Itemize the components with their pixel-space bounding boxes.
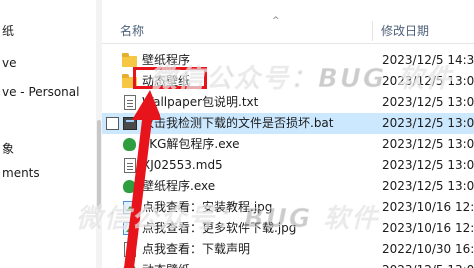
file-name: 双击我检测下载的文件是否损坏.bat — [142, 116, 334, 130]
nav-item-label: ve — [2, 56, 17, 70]
sort-indicator-icon: ^ — [272, 16, 280, 26]
watermark: 微信公众号：BUG 软件 — [75, 204, 380, 235]
column-header-name[interactable]: 名称 — [120, 18, 144, 44]
file-date: 2023/12/5 13:09 — [382, 179, 474, 193]
file-date: 2023/12/5 13:09 — [382, 137, 474, 151]
file-date: 2023/12/5 13:09 — [382, 260, 474, 268]
nav-item-label: 纸 — [2, 24, 15, 38]
nav-item-documents[interactable]: ments — [0, 162, 94, 184]
file-date: 2023/12/5 13:09 — [382, 158, 474, 172]
file-date: 2022/10/30 16:22 — [382, 242, 474, 256]
nav-item-onedrive-personal[interactable]: ve - Personal — [0, 81, 94, 103]
nav-item-label: 象 — [2, 142, 15, 156]
column-header: ^ 名称 修改日期 — [102, 16, 474, 44]
red-arrow-icon — [124, 90, 160, 268]
column-divider[interactable] — [372, 21, 373, 41]
nav-item-onedrive[interactable]: ve — [0, 52, 94, 74]
nav-item-wallpaper[interactable]: 纸 — [0, 20, 94, 42]
folder-icon — [122, 53, 138, 68]
file-date: 2023/10/16 12:52 — [382, 221, 474, 235]
column-header-date-modified[interactable]: 修改日期 — [381, 18, 429, 44]
file-explorer-window: 纸 ve ve - Personal 象 ments ^ 名称 修改日期 壁纸程… — [0, 0, 474, 268]
nav-item-label: ments — [2, 166, 40, 180]
file-date: 2023/12/5 13:09 — [382, 95, 474, 109]
file-date: 2023/10/16 12:52 — [382, 200, 474, 214]
nav-item-label: ve - Personal — [2, 85, 80, 99]
nav-item-pictures[interactable]: 象 — [0, 138, 94, 160]
watermark: 微信公众号：BUG 软件 — [149, 64, 454, 95]
nav-scrollbar-thumb[interactable] — [97, 120, 101, 210]
file-date: 2023/12/5 13:09 — [382, 116, 474, 130]
